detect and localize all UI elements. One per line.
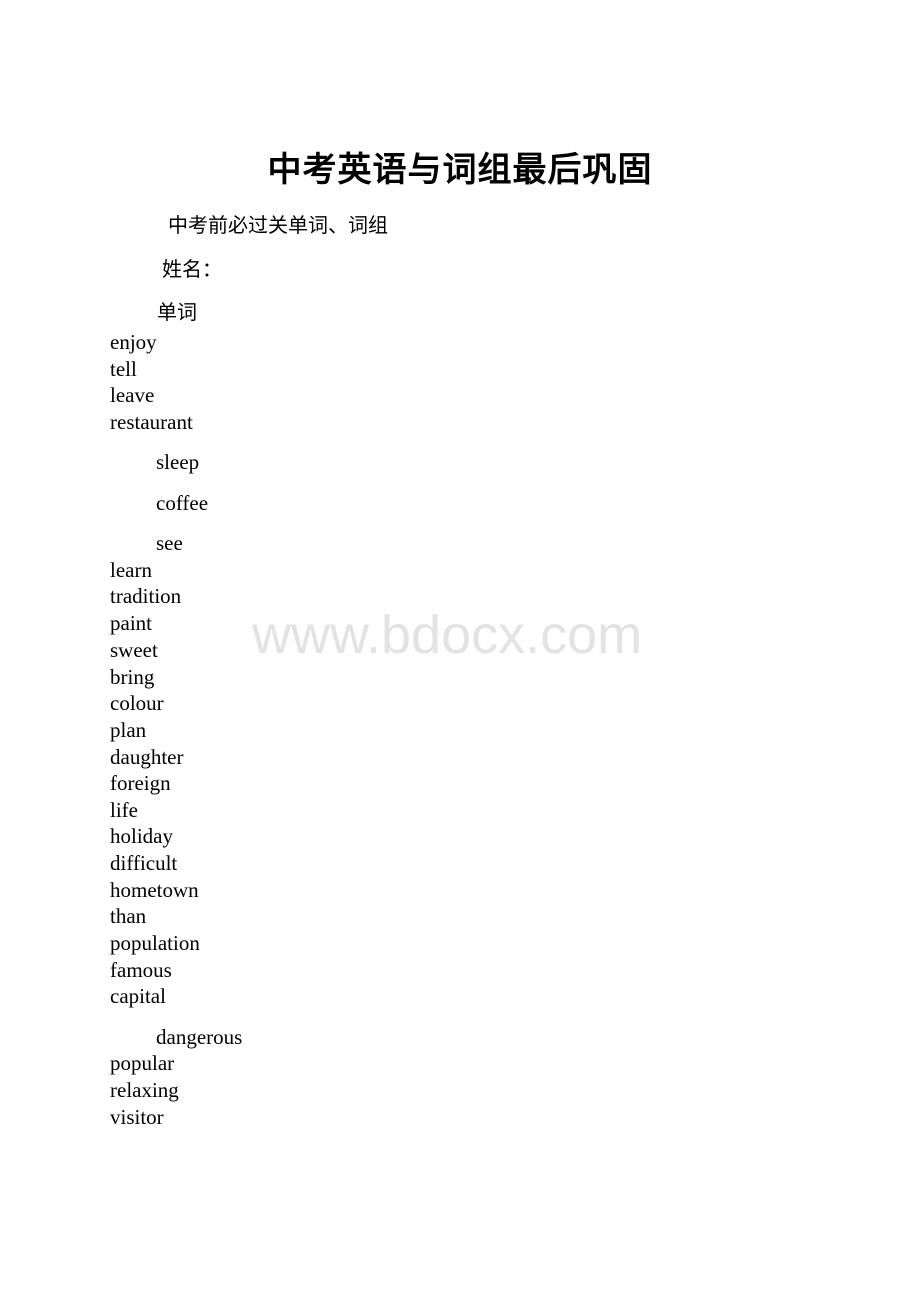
word-item: famous bbox=[110, 958, 172, 982]
word-item: tradition bbox=[110, 584, 182, 608]
word-item: coffee bbox=[156, 491, 209, 515]
word-item: holiday bbox=[110, 824, 173, 848]
document-subtitle: 中考前必过关单词、词组 bbox=[168, 213, 388, 237]
word-item: difficult bbox=[110, 851, 178, 875]
word-item: life bbox=[110, 798, 138, 822]
word-item: sweet bbox=[110, 638, 158, 662]
word-item: see bbox=[156, 531, 183, 555]
word-item: popular bbox=[110, 1051, 175, 1075]
document-title: 中考英语与词组最后巩固 bbox=[267, 150, 653, 190]
word-item: foreign bbox=[110, 771, 171, 795]
word-item: tell bbox=[110, 357, 137, 381]
watermark: www.bdocx.com bbox=[252, 605, 643, 665]
word-item: dangerous bbox=[156, 1025, 243, 1049]
word-item: sleep bbox=[156, 450, 200, 474]
word-item: paint bbox=[110, 611, 152, 635]
word-item: plan bbox=[110, 718, 147, 742]
word-item: enjoy bbox=[110, 330, 157, 354]
word-item: restaurant bbox=[110, 410, 193, 434]
name-label: 姓名： bbox=[162, 257, 222, 281]
word-item: visitor bbox=[110, 1105, 164, 1129]
section-label-words: 单词 bbox=[157, 300, 197, 324]
word-item: hometown bbox=[110, 878, 199, 902]
word-item: than bbox=[110, 904, 147, 928]
word-item: relaxing bbox=[110, 1078, 179, 1102]
word-item: capital bbox=[110, 984, 166, 1008]
word-item: daughter bbox=[110, 745, 184, 769]
word-item: population bbox=[110, 931, 200, 955]
word-item: leave bbox=[110, 383, 155, 407]
word-item: bring bbox=[110, 665, 155, 689]
word-item: colour bbox=[110, 691, 164, 715]
word-item: learn bbox=[110, 558, 152, 582]
